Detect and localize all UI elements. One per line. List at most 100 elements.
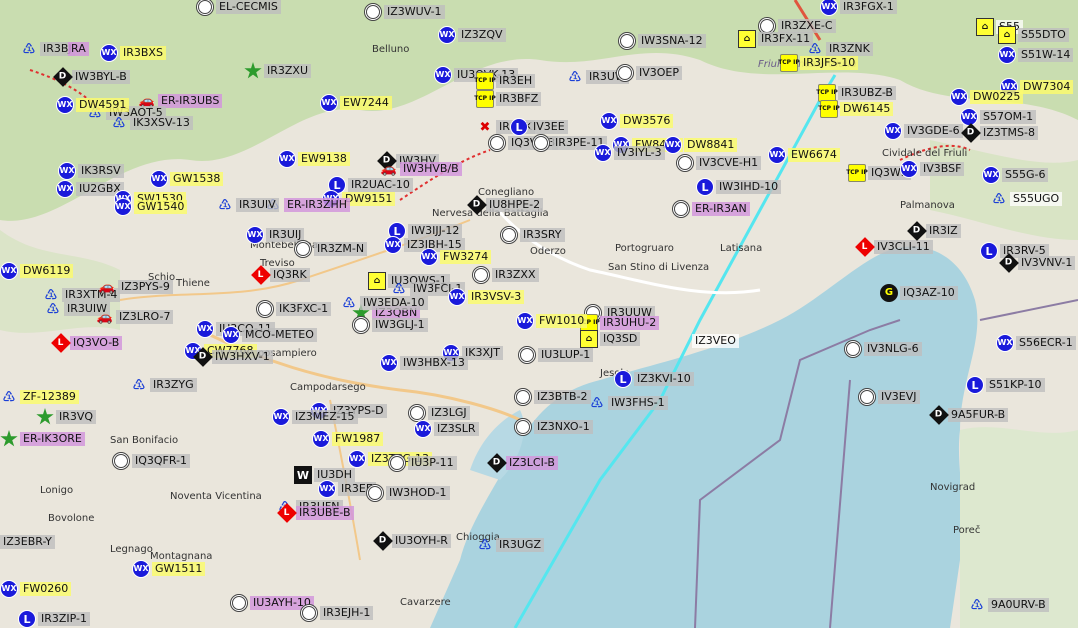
station-marker[interactable]: IZ3EBR-Y bbox=[0, 535, 55, 549]
rings-icon[interactable] bbox=[300, 604, 318, 622]
station-marker[interactable]: ER-IR3AN bbox=[672, 200, 750, 218]
wx-icon[interactable]: WX bbox=[320, 94, 338, 112]
wx-icon[interactable]: WX bbox=[414, 420, 432, 438]
wx-icon[interactable]: WX bbox=[664, 136, 682, 154]
wx-icon[interactable]: WX bbox=[318, 480, 336, 498]
home-icon[interactable]: ⌂ bbox=[368, 272, 386, 290]
wx-icon[interactable]: WX bbox=[768, 146, 786, 164]
rings-icon[interactable] bbox=[256, 300, 274, 318]
wx-icon[interactable]: WX bbox=[820, 0, 838, 16]
d-icon[interactable]: D bbox=[907, 221, 927, 241]
station-marker[interactable]: WX FW0260 bbox=[0, 580, 72, 598]
d-icon[interactable]: D bbox=[961, 123, 981, 143]
station-marker[interactable]: L IW3IHD-10 bbox=[696, 178, 782, 196]
station-marker[interactable]: IK3FXC-1 bbox=[256, 300, 332, 318]
station-marker[interactable]: WX IV3BSF bbox=[900, 160, 965, 178]
station-marker[interactable]: ♳ IK3XSV-13 bbox=[110, 114, 193, 132]
station-marker[interactable]: IZ3BTB-2 bbox=[514, 388, 591, 406]
rings-icon[interactable] bbox=[676, 154, 694, 172]
station-marker[interactable]: WX GW1540 bbox=[114, 198, 188, 216]
station-marker[interactable]: WX GW1511 bbox=[132, 560, 206, 578]
station-marker[interactable]: IW3SNA-12 bbox=[618, 32, 706, 50]
station-marker[interactable]: TCP IP IR3EH bbox=[474, 72, 536, 90]
station-marker[interactable]: WX DW3576 bbox=[600, 112, 674, 130]
wx-icon[interactable]: WX bbox=[884, 122, 902, 140]
rings-icon[interactable] bbox=[514, 388, 532, 406]
rings-icon[interactable] bbox=[616, 64, 634, 82]
station-marker[interactable]: WX DW6119 bbox=[0, 262, 74, 280]
station-marker[interactable]: L IR3ZIP-1 bbox=[18, 610, 91, 628]
wx-icon[interactable]: WX bbox=[448, 288, 466, 306]
station-marker[interactable]: WX DW8841 bbox=[664, 136, 738, 154]
station-marker[interactable]: ER-IK3ORE bbox=[0, 430, 85, 448]
wx-icon[interactable]: WX bbox=[600, 112, 618, 130]
wx-icon[interactable]: WX bbox=[56, 180, 74, 198]
rings-icon[interactable] bbox=[366, 484, 384, 502]
antenna-icon[interactable]: ♳ bbox=[340, 294, 358, 312]
antenna-icon[interactable]: ♳ bbox=[20, 40, 38, 58]
rings-icon[interactable] bbox=[472, 266, 490, 284]
station-marker[interactable]: WX IR3BXS bbox=[100, 44, 166, 62]
station-marker[interactable]: IR3EJH-1 bbox=[300, 604, 374, 622]
station-marker[interactable]: WX IV3GDE-6 bbox=[884, 122, 963, 140]
w-icon[interactable]: W bbox=[294, 466, 312, 484]
l-icon[interactable]: L bbox=[696, 178, 714, 196]
station-marker[interactable]: D IR3IZ bbox=[907, 221, 961, 241]
wx-icon[interactable]: WX bbox=[312, 430, 330, 448]
wx-icon[interactable]: WX bbox=[150, 170, 168, 188]
d-icon[interactable]: D bbox=[373, 531, 393, 551]
station-marker[interactable]: L IQ3RK bbox=[251, 265, 310, 285]
station-marker[interactable]: WX S56ECR-1 bbox=[996, 334, 1076, 352]
station-marker[interactable]: ♳ ZF-12389 bbox=[0, 388, 79, 406]
rings-icon[interactable] bbox=[844, 340, 862, 358]
station-marker[interactable]: WX IZ3SLR bbox=[414, 420, 479, 438]
station-marker[interactable]: WX IR3FGX-1 bbox=[820, 0, 897, 16]
rings-icon[interactable] bbox=[514, 418, 532, 436]
station-marker[interactable]: L IR3UBE-B bbox=[277, 503, 354, 523]
tcpip-icon[interactable]: TCP IP bbox=[474, 90, 496, 108]
wx-icon[interactable]: WX bbox=[384, 236, 402, 254]
l-icon[interactable]: L bbox=[614, 370, 632, 388]
rings-icon[interactable] bbox=[230, 594, 248, 612]
wx-icon[interactable]: WX bbox=[998, 46, 1016, 64]
station-marker[interactable]: ♳ S55UGO bbox=[990, 190, 1063, 208]
wx-icon[interactable]: WX bbox=[996, 334, 1014, 352]
l-icon[interactable]: L bbox=[18, 610, 36, 628]
l-triangle-icon[interactable]: L bbox=[277, 503, 297, 523]
rings-icon[interactable] bbox=[672, 200, 690, 218]
station-marker[interactable]: WX IZ3ZQV bbox=[438, 26, 506, 44]
station-marker[interactable]: D IU3OYH-R bbox=[373, 531, 451, 551]
station-marker[interactable]: IR3ZXX bbox=[472, 266, 539, 284]
station-marker[interactable]: L IZ3KVI-10 bbox=[614, 370, 694, 388]
station-marker[interactable]: L S51KP-10 bbox=[966, 376, 1045, 394]
wx-icon[interactable]: WX bbox=[196, 320, 214, 338]
diamond-d-icon[interactable]: D bbox=[53, 67, 73, 87]
station-marker[interactable]: D 9A5FUR-B bbox=[929, 405, 1009, 425]
station-marker[interactable]: D IZ3LCI-B bbox=[487, 453, 558, 473]
wx-icon[interactable]: WX bbox=[132, 560, 150, 578]
tcpip-icon[interactable]: TCP IP bbox=[818, 100, 840, 118]
station-marker[interactable]: ⌂ S55DTO bbox=[998, 26, 1069, 44]
antenna-icon[interactable]: ♳ bbox=[566, 68, 584, 86]
station-marker[interactable]: ⌂ IR3FX-11 bbox=[738, 30, 814, 48]
station-marker[interactable]: ♳ IW3EDA-10 bbox=[340, 294, 428, 312]
wx-icon[interactable]: WX bbox=[438, 26, 456, 44]
wx-icon[interactable]: WX bbox=[516, 312, 534, 330]
station-marker[interactable]: WX DW4591 bbox=[56, 96, 130, 114]
wx-icon[interactable]: WX bbox=[272, 408, 290, 426]
wx-icon[interactable]: WX bbox=[982, 166, 1000, 184]
l-triangle-icon[interactable]: L bbox=[51, 333, 71, 353]
home-icon[interactable]: ⌂ bbox=[976, 18, 994, 36]
rings-icon[interactable] bbox=[488, 134, 506, 152]
wx-icon[interactable]: WX bbox=[900, 160, 918, 178]
station-marker[interactable]: ♳ IR3UGZ bbox=[476, 536, 544, 554]
wx-icon[interactable]: WX bbox=[58, 162, 76, 180]
station-marker[interactable]: IU3P-11 bbox=[388, 454, 457, 472]
wx-icon[interactable]: WX bbox=[950, 88, 968, 106]
station-marker[interactable]: WX EW7244 bbox=[320, 94, 392, 112]
station-marker[interactable]: WX EW6674 bbox=[768, 146, 840, 164]
station-marker[interactable]: G IQ3AZ-10 bbox=[880, 284, 958, 302]
station-marker[interactable]: IZ3NXO-1 bbox=[514, 418, 593, 436]
antenna-icon[interactable]: ♳ bbox=[130, 376, 148, 394]
tcpip-icon[interactable]: TCP IP bbox=[846, 164, 868, 182]
